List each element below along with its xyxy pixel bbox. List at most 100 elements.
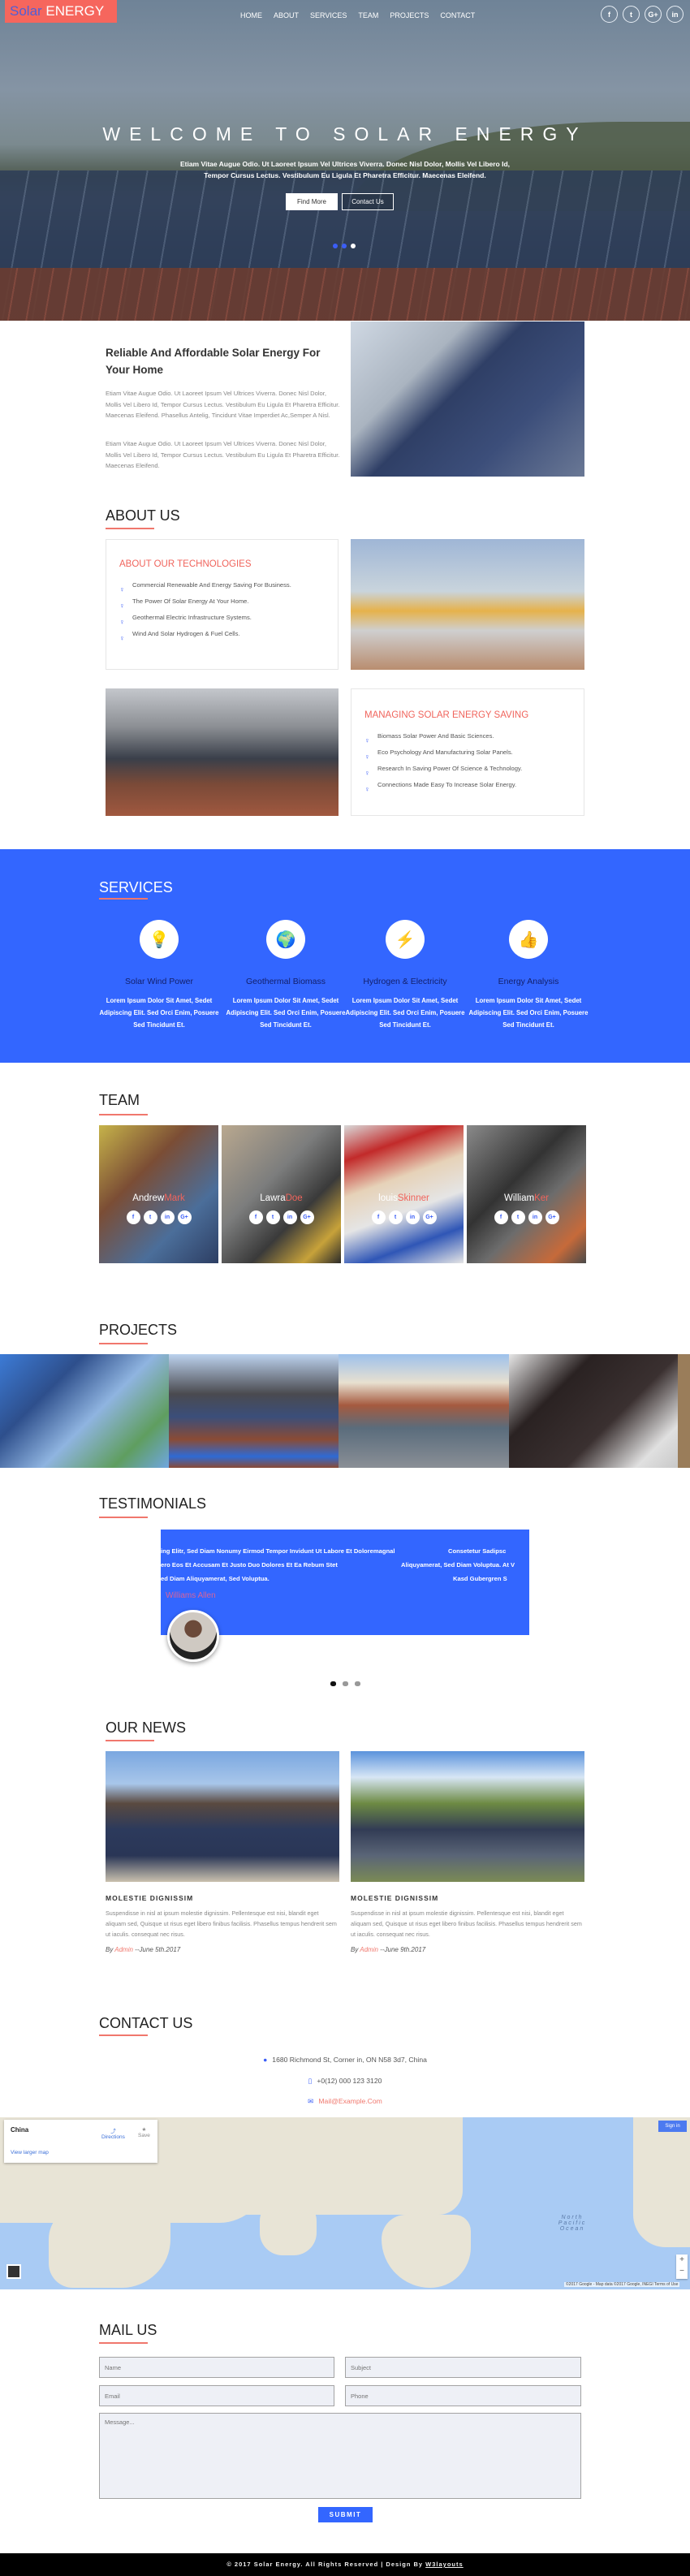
view-larger-map-link[interactable]: View larger map [11,2150,49,2155]
bulb-icon: ♀ [364,785,370,793]
sign-in-button[interactable]: Sign in [658,2121,687,2132]
google-plus-icon[interactable]: G+ [545,1210,559,1224]
news-image[interactable] [351,1751,584,1882]
twitter-icon[interactable]: t [623,6,640,23]
facebook-icon[interactable]: f [371,1210,386,1224]
linkedin-icon[interactable]: in [405,1210,420,1224]
carousel-dot[interactable] [343,1681,348,1686]
find-more-button[interactable]: Find More [286,193,338,210]
submit-button[interactable]: SUBMIT [318,2507,373,2522]
contact-email: ✉ Mail@Example.Com [308,2097,382,2105]
email-input[interactable] [99,2385,334,2406]
slider-dots [333,244,356,248]
nav-services[interactable]: SERVICES [308,11,348,19]
about-title: ABOUT US [106,507,180,524]
hero-title: WELCOME TO SOLAR ENERGY [102,123,588,145]
avatar [167,1610,219,1662]
testimonials-title: TESTIMONIALS [99,1495,207,1512]
project-image[interactable] [678,1354,690,1468]
team-member-card: WilliamKer f t in G+ [467,1125,586,1263]
name-input[interactable] [99,2357,334,2378]
title-underline [106,528,154,529]
news-image[interactable] [106,1751,339,1882]
slider-dot[interactable] [342,244,347,248]
list-item: ♀ Connections Made Easy To Increase Solar… [364,781,517,793]
roof-installation-image [106,688,339,816]
nav-team[interactable]: TEAM [356,11,380,19]
google-plus-icon[interactable]: G+ [422,1210,437,1224]
designer-link[interactable]: W3layouts [425,2561,464,2568]
project-image[interactable] [509,1354,678,1468]
title-underline [99,1114,148,1115]
subject-input[interactable] [345,2357,581,2378]
testimonial-dots [330,1681,360,1686]
saving-heading: MANAGING SOLAR ENERGY SAVING [364,710,529,720]
project-image[interactable] [339,1354,509,1468]
facebook-icon[interactable]: f [126,1210,140,1224]
nav-about[interactable]: ABOUT [272,11,300,19]
list-item: ♀ Eco Psychology And Manufacturing Solar … [364,749,513,761]
news-byline: By Admin --June 5th.2017 [106,1946,181,1953]
facebook-icon[interactable]: f [601,6,618,23]
project-image[interactable] [169,1354,339,1468]
list-item: ♀ Research In Saving Power Of Science & T… [364,765,523,777]
footer: © 2017 Solar Energy. All Rights Reserved… [0,2553,690,2576]
zoom-out-button[interactable]: − [676,2266,688,2277]
lightbulb-icon: 💡 [140,920,179,959]
bulb-icon: ♀ [364,753,370,761]
bulb-icon: ♀ [119,585,125,593]
linkedin-icon[interactable]: in [528,1210,542,1224]
carousel-dot[interactable] [355,1681,360,1686]
news-byline: By Admin --June 9th.2017 [351,1946,426,1953]
author-link[interactable]: Admin [360,1946,378,1953]
bulb-icon: ♀ [364,736,370,744]
team-title: TEAM [99,1092,140,1108]
google-plus-icon[interactable]: G+ [645,6,662,23]
nav-projects[interactable]: PROJECTS [388,11,430,19]
twitter-icon[interactable]: t [511,1210,525,1224]
contact-us-button[interactable]: Contact Us [342,193,394,210]
phone-icon: ▯ [308,2077,313,2085]
intro-title: Reliable And Affordable Solar Energy For… [106,347,321,376]
service-item: ⚡ Hydrogen & Electricity Lorem Ipsum Dol… [343,920,467,1031]
intro-paragraph: Etiam Vitae Augue Odio. Ut Laoreet Ipsum… [106,390,340,419]
google-plus-icon[interactable]: G+ [300,1210,314,1224]
service-item: 👍 Energy Analysis Lorem Ipsum Dolor Sit … [467,920,590,1031]
title-underline [99,1517,148,1518]
social-links: f t G+ in [601,6,684,23]
news-heading[interactable]: MOLESTIE DIGNISSIM [351,1894,438,1902]
project-image[interactable] [0,1354,169,1468]
intro-paragraph: Etiam Vitae Augue Odio. Ut Laoreet Ipsum… [106,440,340,469]
nav-contact[interactable]: CONTACT [438,11,477,19]
street-view-icon[interactable] [6,2264,21,2279]
list-item: ♀ Commercial Renewable And Energy Saving … [119,581,291,593]
zoom-in-button[interactable]: + [676,2255,688,2266]
hero-text: Etiam Vitae Augue Odio. Ut Laoreet Ipsum… [179,160,511,179]
team-member-card: louisSkinner f t in G+ [344,1125,464,1263]
twitter-icon[interactable]: t [265,1210,280,1224]
map-pin-icon: ● [263,2056,268,2064]
directions-button[interactable]: ⤴ Directions [101,2126,125,2140]
news-heading[interactable]: MOLESTIE DIGNISSIM [106,1894,193,1902]
nav-home[interactable]: HOME [239,11,264,19]
phone-input[interactable] [345,2385,581,2406]
services-title: SERVICES [99,879,173,895]
twitter-icon[interactable]: t [143,1210,157,1224]
list-item: ♀ The Power Of Solar Energy At Your Home. [119,598,249,610]
slider-dot-active[interactable] [351,244,356,248]
save-button[interactable]: ★ Save [138,2126,150,2138]
linkedin-icon[interactable]: in [160,1210,175,1224]
engineers-image [351,539,584,670]
message-textarea[interactable] [99,2413,581,2499]
linkedin-icon[interactable]: in [666,6,684,23]
logo[interactable]: Solar ENERGY [5,0,117,23]
facebook-icon[interactable]: f [494,1210,508,1224]
title-underline [99,2342,148,2344]
facebook-icon[interactable]: f [248,1210,263,1224]
slider-dot[interactable] [333,244,338,248]
google-plus-icon[interactable]: G+ [177,1210,192,1224]
carousel-dot-active[interactable] [330,1681,336,1686]
twitter-icon[interactable]: t [388,1210,403,1224]
author-link[interactable]: Admin [114,1946,133,1953]
linkedin-icon[interactable]: in [282,1210,297,1224]
